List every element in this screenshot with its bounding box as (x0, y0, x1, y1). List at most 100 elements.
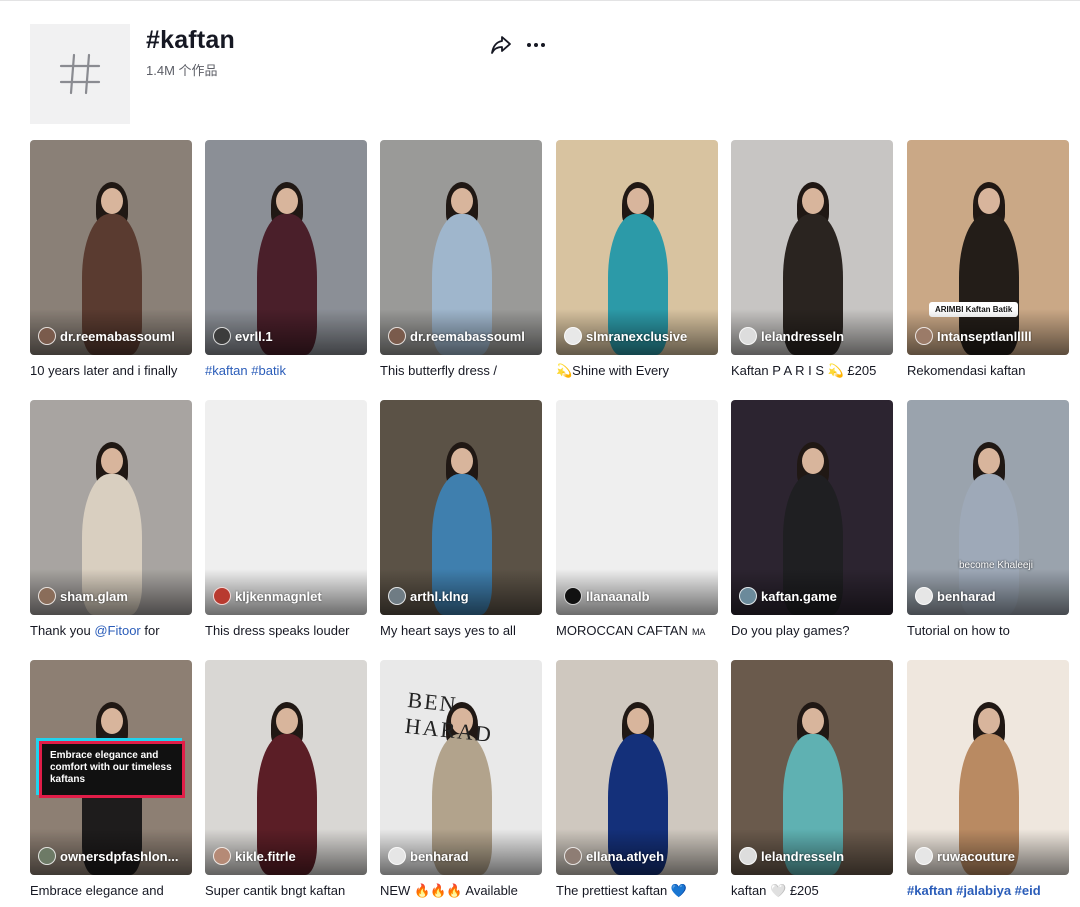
author-name[interactable]: arthl.klng (410, 589, 469, 604)
author-avatar[interactable] (38, 847, 56, 865)
author-avatar[interactable] (915, 327, 933, 345)
video-thumbnail[interactable]: kljkenmagnlet (205, 400, 367, 615)
video-caption[interactable]: My heart says yes to all (380, 622, 542, 640)
author-avatar[interactable] (564, 327, 582, 345)
video-thumbnail[interactable]: dr.reemabassouml (30, 140, 192, 355)
video-card[interactable]: become Khaleeji benharad Tutorial on how t… (907, 400, 1069, 640)
video-caption[interactable]: kaftan 🤍 £205 (731, 882, 893, 900)
video-caption[interactable]: Embrace elegance and (30, 882, 192, 900)
video-card[interactable]: dr.reemabassouml 10 years later and i fin… (30, 140, 192, 380)
video-author[interactable]: kljkenmagnlet (213, 587, 361, 605)
video-thumbnail[interactable]: become Khaleeji benharad (907, 400, 1069, 615)
video-author[interactable]: dr.reemabassouml (388, 327, 536, 345)
video-caption[interactable]: NEW 🔥🔥🔥 Available (380, 882, 542, 900)
author-avatar[interactable] (564, 847, 582, 865)
author-avatar[interactable] (915, 587, 933, 605)
author-avatar[interactable] (388, 327, 406, 345)
video-author[interactable]: slmranexclusive (564, 327, 712, 345)
video-caption[interactable]: 10 years later and i finally (30, 362, 192, 380)
author-name[interactable]: lelandresseln (761, 329, 844, 344)
video-caption[interactable]: #kaftan #batik (205, 362, 367, 380)
video-thumbnail[interactable]: Embrace elegance and comfort with our ti… (30, 660, 192, 875)
caption-mention[interactable]: @Fitoor (94, 623, 140, 638)
video-author[interactable]: dr.reemabassouml (38, 327, 186, 345)
author-name[interactable]: kaftan.game (761, 589, 837, 604)
video-thumbnail[interactable]: dr.reemabassouml (380, 140, 542, 355)
video-author[interactable]: kikle.fitrle (213, 847, 361, 865)
video-caption[interactable]: Super cantik bngt kaftan (205, 882, 367, 900)
author-avatar[interactable] (388, 587, 406, 605)
video-thumbnail[interactable]: ellana.atlyeh (556, 660, 718, 875)
video-thumbnail[interactable]: kikle.fitrle (205, 660, 367, 875)
video-caption[interactable]: #kaftan #jalabiya #eid (907, 882, 1069, 900)
author-name[interactable]: lelandresseln (761, 849, 844, 864)
video-thumbnail[interactable]: arthl.klng (380, 400, 542, 615)
author-avatar[interactable] (739, 327, 757, 345)
author-name[interactable]: dr.reemabassouml (410, 329, 525, 344)
author-avatar[interactable] (213, 587, 231, 605)
video-author[interactable]: lelandresseln (739, 847, 887, 865)
video-caption[interactable]: Thank you @Fitoor for (30, 622, 192, 640)
video-author[interactable]: arthl.klng (388, 587, 536, 605)
video-thumbnail[interactable]: ARIMBI Kaftan BatikIntanseptlanlllll (907, 140, 1069, 355)
author-avatar[interactable] (38, 587, 56, 605)
author-name[interactable]: kikle.fitrle (235, 849, 296, 864)
video-thumbnail[interactable]: lelandresseln (731, 660, 893, 875)
author-name[interactable]: dr.reemabassouml (60, 329, 175, 344)
video-author[interactable]: ellana.atlyeh (564, 847, 712, 865)
caption-hashtags[interactable]: #kaftan #jalabiya #eid (907, 883, 1041, 898)
author-name[interactable]: slmranexclusive (586, 329, 687, 344)
video-thumbnail[interactable]: slmranexclusive (556, 140, 718, 355)
video-thumbnail[interactable]: kaftan.game (731, 400, 893, 615)
author-name[interactable]: ellana.atlyeh (586, 849, 664, 864)
video-card[interactable]: lelandresseln Kaftan P A R I S 💫 £205 (731, 140, 893, 380)
share-button[interactable] (488, 32, 514, 58)
video-author[interactable]: benharad (388, 847, 536, 865)
author-avatar[interactable] (564, 587, 582, 605)
more-options-button[interactable] (523, 32, 549, 58)
video-caption[interactable]: Kaftan P A R I S 💫 £205 (731, 362, 893, 380)
video-author[interactable]: evrll.1 (213, 327, 361, 345)
video-author[interactable]: Intanseptlanlllll (915, 327, 1063, 345)
caption-hashtags[interactable]: #kaftan #batik (205, 363, 286, 378)
author-name[interactable]: kljkenmagnlet (235, 589, 322, 604)
author-avatar[interactable] (739, 587, 757, 605)
video-author[interactable]: lelandresseln (739, 327, 887, 345)
video-card[interactable]: kikle.fitrle Super cantik bngt kaftan (205, 660, 367, 900)
video-card[interactable]: sham.glam Thank you @Fitoor for (30, 400, 192, 640)
video-card[interactable]: arthl.klng My heart says yes to all (380, 400, 542, 640)
video-author[interactable]: benharad (915, 587, 1063, 605)
video-card[interactable]: lelandresseln kaftan 🤍 £205 (731, 660, 893, 900)
author-avatar[interactable] (739, 847, 757, 865)
video-card[interactable]: ruwacouture #kaftan #jalabiya #eid (907, 660, 1069, 900)
author-avatar[interactable] (915, 847, 933, 865)
video-card[interactable]: BEN HARAD benharad NEW 🔥🔥🔥 Available (380, 660, 542, 900)
author-name[interactable]: benharad (937, 589, 996, 604)
author-name[interactable]: Intanseptlanlllll (937, 329, 1032, 344)
video-card[interactable]: kaftan.game Do you play games? (731, 400, 893, 640)
author-avatar[interactable] (213, 847, 231, 865)
author-avatar[interactable] (213, 327, 231, 345)
author-name[interactable]: evrll.1 (235, 329, 273, 344)
video-caption[interactable]: The prettiest kaftan 💙 (556, 882, 718, 900)
video-card[interactable]: dr.reemabassouml This butterfly dress / (380, 140, 542, 380)
video-thumbnail[interactable]: sham.glam (30, 400, 192, 615)
video-author[interactable]: ownersdpfashlon... (38, 847, 186, 865)
video-caption[interactable]: Do you play games? (731, 622, 893, 640)
author-name[interactable]: benharad (410, 849, 469, 864)
video-author[interactable]: ruwacouture (915, 847, 1063, 865)
video-caption[interactable]: This butterfly dress / (380, 362, 542, 380)
author-avatar[interactable] (38, 327, 56, 345)
video-thumbnail[interactable]: BEN HARAD benharad (380, 660, 542, 875)
video-card[interactable]: llanaanalb MOROCCAN CAFTAN MA (556, 400, 718, 640)
video-thumbnail[interactable]: evrll.1 (205, 140, 367, 355)
video-card[interactable]: ellana.atlyeh The prettiest kaftan 💙 (556, 660, 718, 900)
video-card[interactable]: Embrace elegance and comfort with our ti… (30, 660, 192, 900)
author-name[interactable]: llanaanalb (586, 589, 650, 604)
video-caption[interactable]: Tutorial on how to (907, 622, 1069, 640)
video-thumbnail[interactable]: llanaanalb (556, 400, 718, 615)
video-thumbnail[interactable]: ruwacouture (907, 660, 1069, 875)
video-author[interactable]: kaftan.game (739, 587, 887, 605)
video-caption[interactable]: 💫Shine with Every (556, 362, 718, 380)
video-card[interactable]: ARIMBI Kaftan BatikIntanseptlanlllll Reko… (907, 140, 1069, 380)
